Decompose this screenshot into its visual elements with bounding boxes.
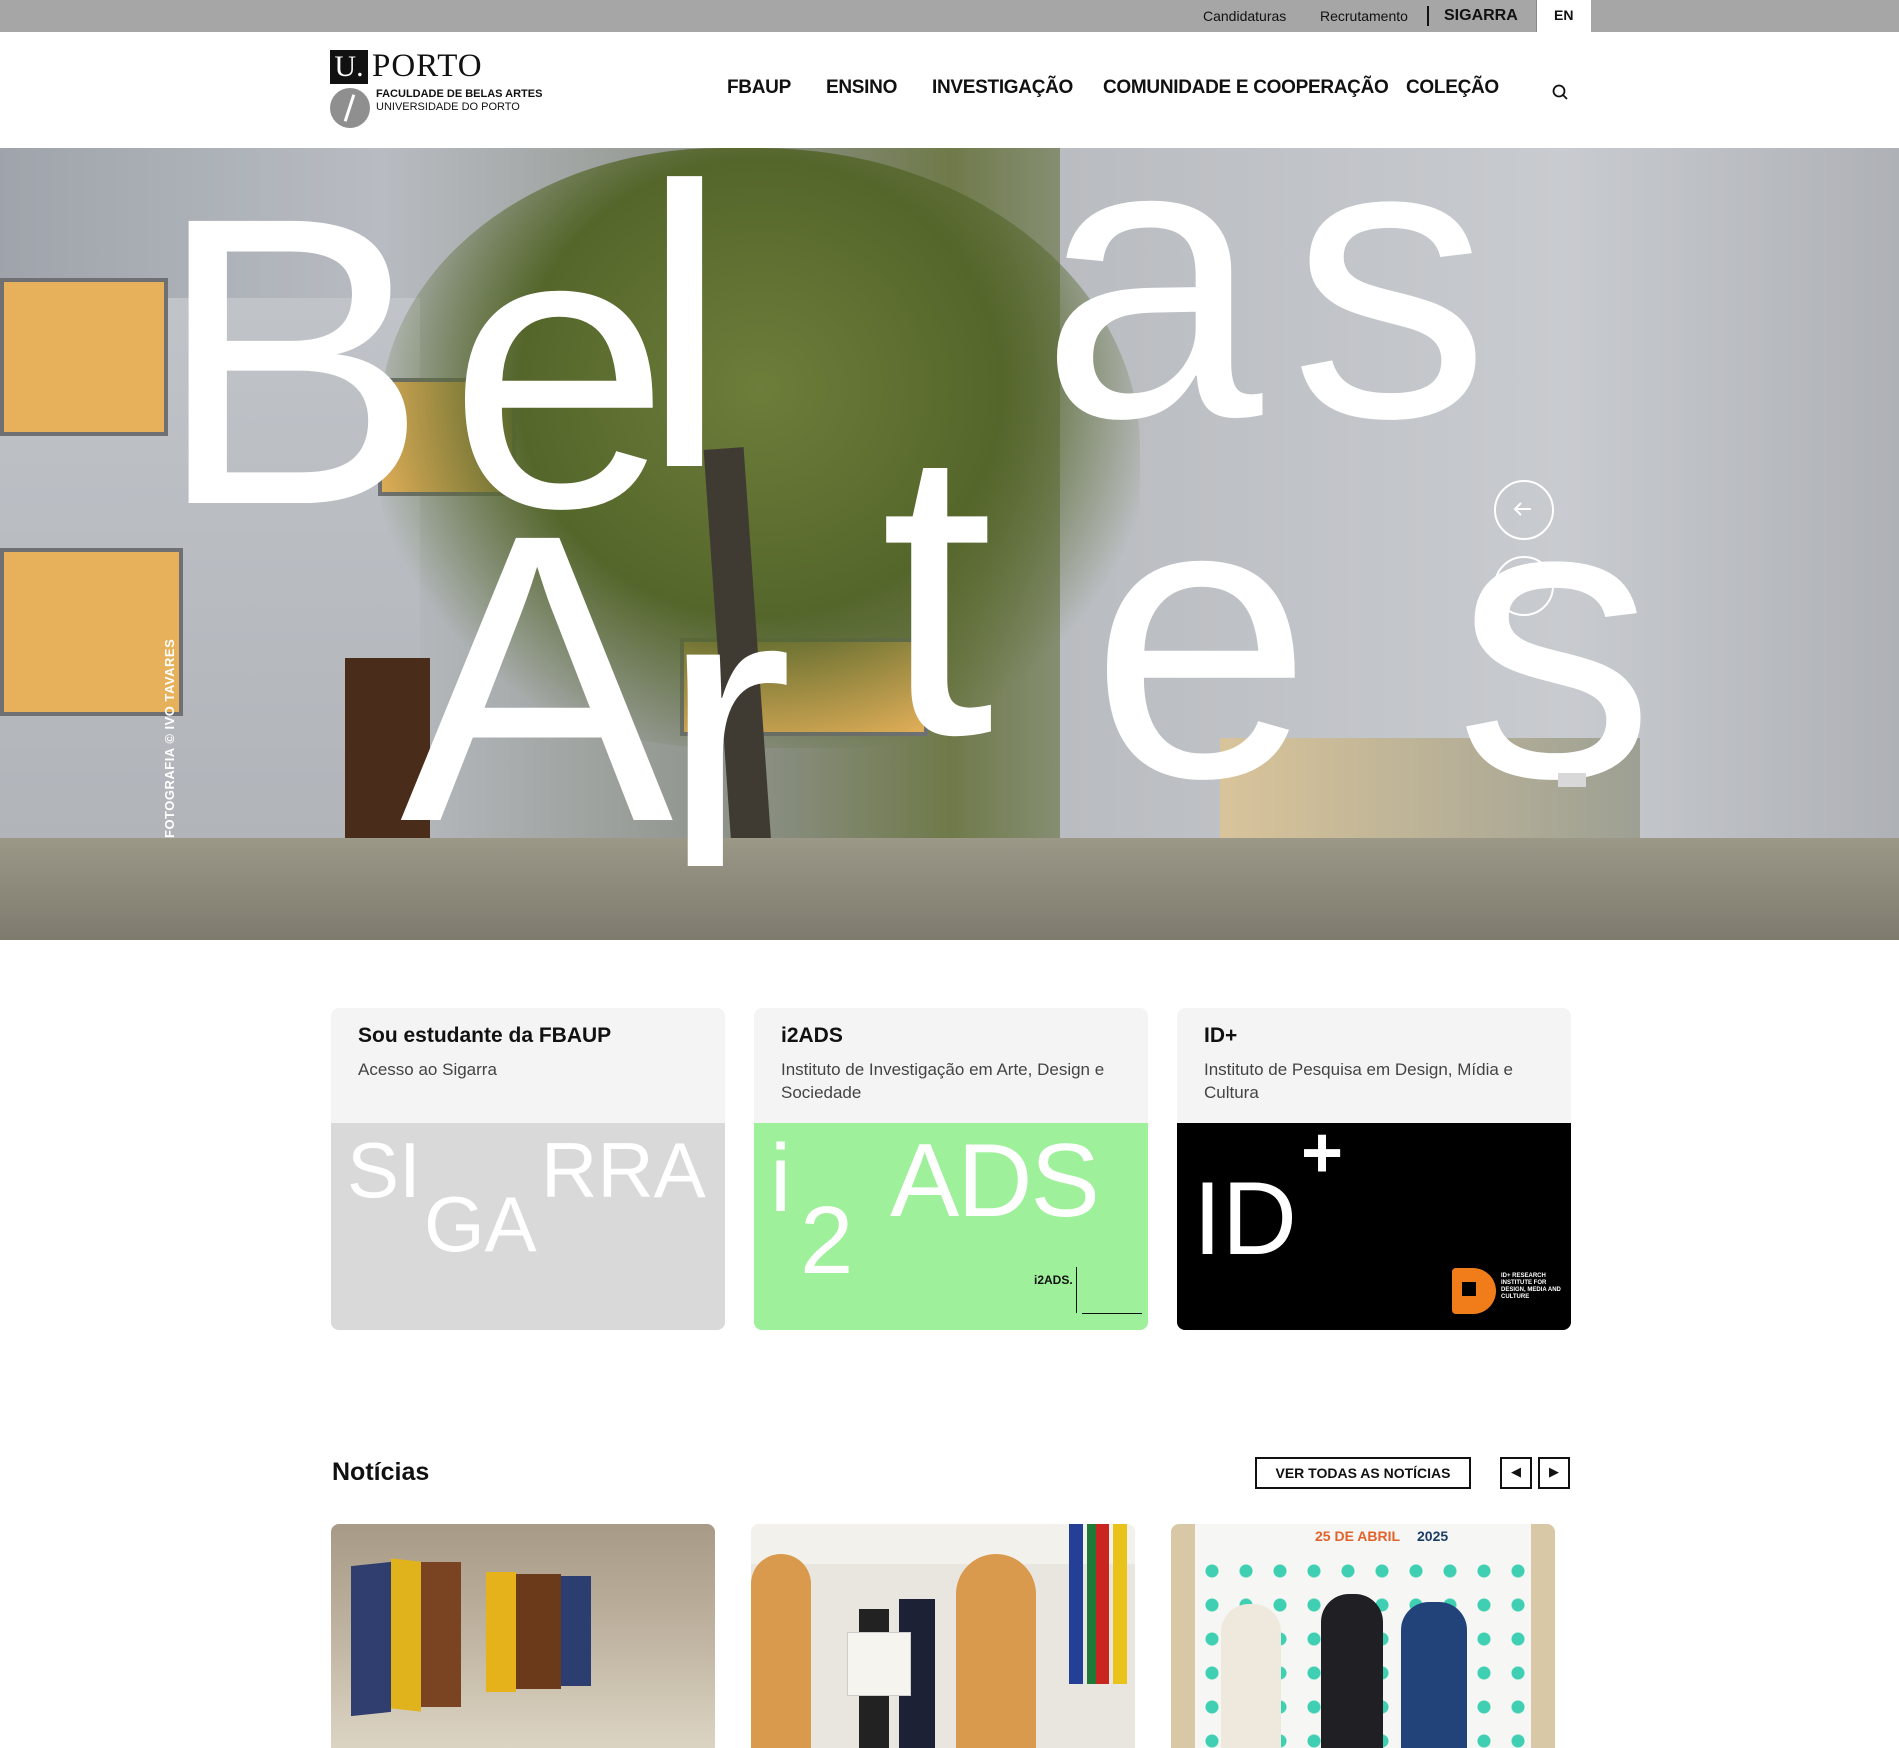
i2ads-badge: i2ADS.: [1034, 1273, 1073, 1287]
card-title: ID+: [1204, 1024, 1238, 1047]
card-idplus[interactable]: ID+ Instituto de Pesquisa em Design, Míd…: [1177, 1008, 1571, 1330]
logo-university-name: UNIVERSIDADE DO PORTO: [376, 101, 520, 113]
hero-banner: B e l a s A r t e s FOTOGRAFIA © IVO TAV…: [0, 148, 1899, 940]
logo-porto-text: PORTO: [372, 48, 483, 84]
card-subtitle: Acesso ao Sigarra: [358, 1060, 497, 1079]
topbar-link-candidaturas[interactable]: Candidaturas: [1203, 8, 1286, 24]
hero-letter: e: [1090, 414, 1312, 861]
news-image-flag: [1113, 1524, 1127, 1684]
news-image-panel: [391, 1558, 421, 1712]
view-all-news-button[interactable]: VER TODAS AS NOTÍCIAS: [1255, 1457, 1471, 1489]
logo-u-mark: U.: [330, 50, 368, 84]
logo-faculty-name: FACULDADE DE BELAS ARTES: [376, 88, 543, 100]
caret-right-icon: ▶: [1549, 1464, 1559, 1479]
idplus-badge: ID+ RESEARCH INSTITUTE FOR DESIGN, MEDIA…: [1501, 1273, 1561, 1300]
nav-item-comunidade-cooperacao[interactable]: COMUNIDADE E COOPERAÇÃO: [1103, 77, 1389, 99]
nav-item-fbaup[interactable]: FBAUP: [727, 77, 791, 99]
news-card-image[interactable]: [331, 1524, 715, 1748]
idplus-art-text: +: [1301, 1123, 1344, 1193]
card-subtitle: Instituto de Pesquisa em Design, Mídia e…: [1204, 1060, 1513, 1102]
news-image-panel: [516, 1574, 561, 1689]
nav-item-colecao[interactable]: COLEÇÃO: [1406, 77, 1499, 99]
language-switcher[interactable]: EN: [1536, 0, 1591, 32]
card-sigarra[interactable]: Sou estudante da FBAUP Acesso ao Sigarra…: [331, 1008, 725, 1330]
idplus-logo-icon: [1452, 1268, 1496, 1314]
card-image-i2ads: i 2 ADS i2ADS.: [754, 1123, 1148, 1330]
card-subtitle: Instituto de Investigação em Arte, Desig…: [781, 1060, 1105, 1102]
card-image-sigarra: SI GA RRA: [331, 1123, 725, 1330]
news-image-banner-text: 25 DE ABRIL: [1315, 1528, 1401, 1544]
news-next-button[interactable]: ▶: [1538, 1457, 1570, 1489]
news-prev-button[interactable]: ◀: [1500, 1457, 1532, 1489]
faculty-emblem-icon: [330, 88, 370, 128]
news-section-title: Notícias: [332, 1458, 430, 1486]
news-card-image[interactable]: [751, 1524, 1135, 1748]
caret-left-icon: ◀: [1511, 1464, 1521, 1479]
language-label: EN: [1554, 7, 1574, 23]
news-image-person: [1221, 1604, 1281, 1748]
nav-item-ensino[interactable]: ENSINO: [826, 77, 897, 99]
i2ads-badge-divider: [1076, 1267, 1077, 1313]
topbar-divider: [1427, 6, 1429, 26]
news-image-door: [956, 1554, 1036, 1748]
sigarra-art-text: GA: [424, 1180, 537, 1268]
sigarra-art-text: RRA: [541, 1126, 706, 1214]
hero-letter: r: [660, 504, 793, 940]
hero-letter: s: [1290, 148, 1490, 501]
card-title: Sou estudante da FBAUP: [358, 1024, 612, 1047]
top-utility-bar: Candidaturas Recrutamento SIGARRA EN: [0, 0, 1899, 32]
topbar-link-recrutamento[interactable]: Recrutamento: [1320, 8, 1408, 24]
uporto-logo[interactable]: U. PORTO FACULDADE DE BELAS ARTES UNIVER…: [330, 48, 542, 134]
arrow-left-icon: [1513, 502, 1531, 516]
topbar-link-sigarra[interactable]: SIGARRA: [1444, 7, 1518, 25]
i2ads-art-text: 2: [800, 1187, 854, 1294]
i2ads-art-text: i: [770, 1125, 792, 1232]
news-image-panel: [351, 1561, 391, 1717]
news-image-panel: [486, 1572, 516, 1692]
news-image-flag: [1069, 1524, 1083, 1684]
news-image-panel: [561, 1576, 591, 1686]
card-title: i2ADS: [781, 1024, 843, 1047]
news-image-person: [1401, 1602, 1467, 1748]
photo-credit: FOTOGRAFIA © IVO TAVARES: [162, 638, 177, 838]
card-image-idplus: ID + ID+ RESEARCH INSTITUTE FOR DESIGN, …: [1177, 1123, 1571, 1330]
news-image-flag: [1087, 1524, 1109, 1684]
news-image-panel: [421, 1562, 461, 1707]
news-image-artwork: [847, 1632, 911, 1696]
hero-letter: t: [880, 362, 994, 820]
news-image-door: [751, 1554, 811, 1748]
news-image-person: [1321, 1594, 1383, 1748]
hero-next-button[interactable]: [1494, 556, 1554, 616]
hero-prev-button[interactable]: [1494, 480, 1554, 540]
i2ads-badge-rule: [1082, 1313, 1142, 1314]
idplus-art-text: ID: [1193, 1161, 1297, 1277]
i2ads-art-text: ADS: [890, 1123, 1100, 1239]
sigarra-art-text: SI: [347, 1126, 421, 1214]
nav-item-investigacao[interactable]: INVESTIGAÇÃO: [932, 77, 1073, 99]
card-i2ads[interactable]: i2ADS Instituto de Investigação em Arte,…: [754, 1008, 1148, 1330]
search-icon[interactable]: [1552, 84, 1568, 100]
hero-slide-indicator[interactable]: [1558, 773, 1586, 787]
hero-window: [0, 278, 168, 436]
hero-letter: B: [155, 148, 428, 590]
news-card-image[interactable]: 25 DE ABRIL 2025: [1171, 1524, 1555, 1748]
news-image-banner-year: 2025: [1417, 1528, 1449, 1544]
hero-letter: A: [400, 449, 673, 907]
